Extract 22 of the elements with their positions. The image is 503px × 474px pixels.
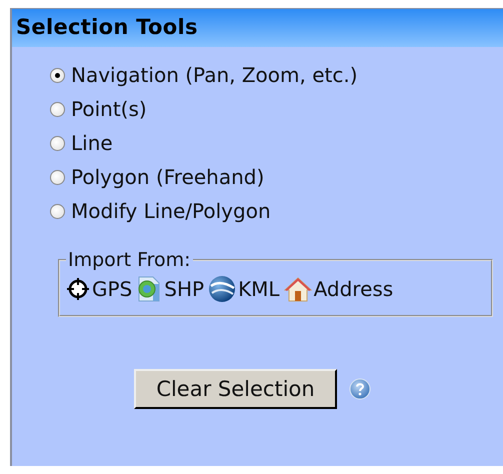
help-icon[interactable]	[348, 378, 371, 400]
radio-button[interactable]	[50, 102, 65, 116]
crosshair-icon	[66, 277, 90, 301]
clear-selection-button[interactable]: Clear Selection	[134, 369, 337, 409]
radio-button[interactable]	[50, 204, 65, 218]
radio-button[interactable]	[50, 136, 65, 150]
radio-button[interactable]	[50, 68, 65, 82]
globe-document-icon	[136, 276, 162, 302]
import-link[interactable]: KML	[238, 277, 280, 301]
import-link[interactable]: Address	[314, 277, 394, 301]
radio-button[interactable]	[50, 170, 65, 184]
group-legend: Import From:	[66, 249, 193, 271]
panel-title: Selection Tools	[12, 9, 503, 47]
house-icon	[284, 276, 312, 302]
option-label: Modify Line/Polygon	[71, 199, 271, 223]
import-link[interactable]: GPS	[92, 277, 132, 301]
import-link[interactable]: SHP	[164, 277, 204, 301]
option-label: Navigation (Pan, Zoom, etc.)	[71, 63, 358, 87]
option-label: Polygon (Freehand)	[71, 165, 264, 189]
globe-icon	[208, 275, 236, 303]
option-label: Point(s)	[71, 97, 147, 121]
option-label: Line	[71, 131, 113, 155]
